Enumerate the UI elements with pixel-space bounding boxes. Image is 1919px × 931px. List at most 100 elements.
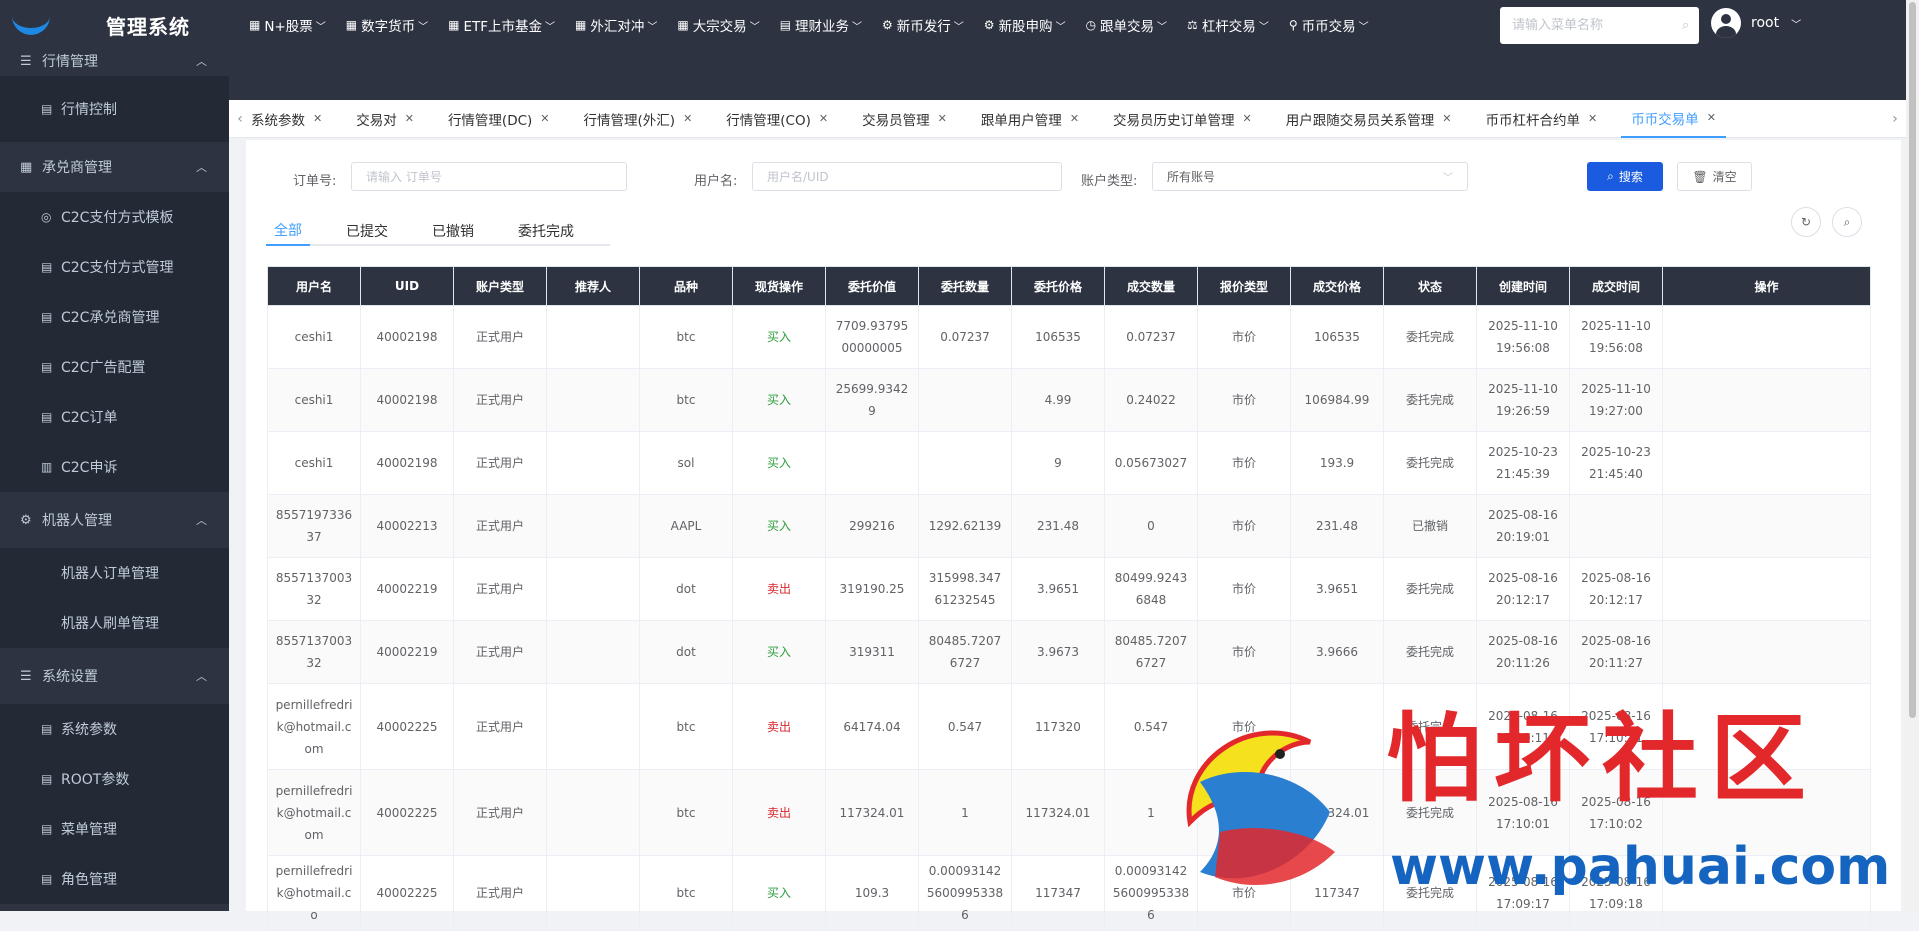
chevron-left-icon[interactable]: ‹ xyxy=(229,111,251,127)
close-icon[interactable]: ✕ xyxy=(1588,112,1597,125)
menu-search[interactable]: ⌕ xyxy=(1500,7,1699,44)
close-icon[interactable]: ✕ xyxy=(938,112,947,125)
user-field[interactable] xyxy=(752,162,1062,191)
sidebar-group-system[interactable]: ☰ 系统设置 ︿ xyxy=(0,648,229,704)
table-cell xyxy=(918,431,1012,495)
close-icon[interactable]: ✕ xyxy=(313,112,322,125)
sidebar-item-label: C2C申诉 xyxy=(61,460,118,476)
topnav-item[interactable]: ⚲ 币币交易 ﹀ xyxy=(1289,15,1369,35)
topnav-item[interactable]: ▦ 大宗交易 ﹀ xyxy=(677,15,759,35)
status-tab[interactable]: 全部 xyxy=(266,216,310,246)
avatar[interactable] xyxy=(1711,8,1741,38)
sidebar-group-label: 行情管理 xyxy=(42,54,98,70)
sidebar-item-root-params[interactable]: ▤ ROOT参数 xyxy=(0,754,229,804)
tab-item[interactable]: 行情管理(外汇) ✕ xyxy=(574,100,703,138)
topnav-item[interactable]: ⚖ 杠杆交易 ﹀ xyxy=(1187,15,1269,35)
table-cell: ceshi1 xyxy=(267,368,361,432)
grid-icon: ▦ xyxy=(575,18,587,32)
search-button[interactable]: ⌕ 搜索 xyxy=(1587,162,1663,191)
table-row[interactable]: pernillefredrik@hotmail.com 40002225 正式用户 b… xyxy=(267,683,1871,770)
sidebar-item-c2c-order[interactable]: ▤ C2C订单 xyxy=(0,392,229,442)
close-icon[interactable]: ✕ xyxy=(1442,112,1451,125)
table-cell: 买入 xyxy=(732,431,826,495)
topnav-item[interactable]: ▦ N+股票 ﹀ xyxy=(249,15,326,35)
tab-item[interactable]: 行情管理(CO) ✕ xyxy=(716,100,838,138)
doc-icon: ▤ xyxy=(41,722,53,736)
sidebar-item-robot-order[interactable]: 机器人订单管理 xyxy=(0,548,229,598)
table-row[interactable]: pernillefredrik@hotmail.com 40002225 正式用户 b… xyxy=(267,769,1871,856)
tab-item[interactable]: 跟单用户管理 ✕ xyxy=(971,100,1089,138)
sidebar-item-c2c-pay-manage[interactable]: ▤ C2C支付方式管理 xyxy=(0,242,229,292)
sidebar-item-market-control[interactable]: ▤ 行情控制 xyxy=(0,76,229,142)
sidebar-item-menu-manage[interactable]: ▤ 菜单管理 xyxy=(0,804,229,854)
topnav-item[interactable]: ⚙ 新币发行 ﹀ xyxy=(882,15,964,35)
tab-item[interactable]: 交易员管理 ✕ xyxy=(852,100,957,138)
order-input[interactable] xyxy=(366,169,612,184)
user-input[interactable] xyxy=(767,169,1047,184)
page-scrollbar[interactable] xyxy=(1906,0,1919,911)
user-name[interactable]: root xyxy=(1751,15,1779,31)
order-field[interactable] xyxy=(351,162,627,191)
chevron-up-icon: ︿ xyxy=(196,55,207,68)
table-row[interactable]: 855713700332 40002219 正式用户 dot 买入 319311 80485… xyxy=(267,620,1871,684)
table-row[interactable]: 855719733637 40002213 正式用户 AAPL 买入 299216 1292… xyxy=(267,494,1871,558)
sidebar-item-robot-brush[interactable]: 机器人刷单管理 xyxy=(0,598,229,648)
topnav-item[interactable]: ⚙ 新股申购 ﹀ xyxy=(984,15,1066,35)
column-header: 创建时间 xyxy=(1476,266,1570,306)
sidebar-group-acceptor[interactable]: ▦ 承兑商管理 ︿ xyxy=(0,142,229,192)
sidebar-group-robot[interactable]: ⚙ 机器人管理 ︿ xyxy=(0,492,229,548)
chevron-down-icon: ﹀ xyxy=(953,21,964,33)
sidebar-item-c2c-ad-config[interactable]: ▤ C2C广告配置 xyxy=(0,342,229,392)
chevron-right-icon[interactable]: › xyxy=(1884,111,1906,127)
sidebar-group-market[interactable]: ☰ 行情管理 ︿ xyxy=(0,46,229,76)
status-tab[interactable]: 已提交 xyxy=(338,216,396,246)
tab-item[interactable]: 行情管理(DC) ✕ xyxy=(438,100,560,138)
close-icon[interactable]: ✕ xyxy=(683,112,692,125)
clear-button[interactable]: 🗑 清空 xyxy=(1677,162,1752,191)
topnav-item[interactable]: ▤ 理财业务 ﹀ xyxy=(780,15,862,35)
sidebar-item-c2c-appeal[interactable]: ▥ C2C申诉 xyxy=(0,442,229,492)
topnav-item[interactable]: ▦ 数字货币 ﹀ xyxy=(346,15,428,35)
table-cell: 0.24022 xyxy=(1104,368,1198,432)
tab-label: 币币交易单 xyxy=(1631,111,1699,128)
sidebar-item-c2c-pay-template[interactable]: ◎ C2C支付方式模板 xyxy=(0,192,229,242)
close-icon[interactable]: ✕ xyxy=(540,112,549,125)
close-icon[interactable]: ✕ xyxy=(405,112,414,125)
topnav-item[interactable]: ◷ 跟单交易 ﹀ xyxy=(1086,15,1167,35)
account-select[interactable]: 所有账号 ﹀ xyxy=(1152,162,1468,191)
tab-item[interactable]: 用户跟随交易员关系管理 ✕ xyxy=(1276,100,1462,138)
table-row[interactable]: ceshi1 40002198 正式用户 sol 买入 9 0.05673027 市价 193.… xyxy=(267,431,1871,495)
topnav-item-label: 跟单交易 xyxy=(1100,19,1155,35)
sidebar-item-c2c-acceptor[interactable]: ▤ C2C承兑商管理 xyxy=(0,292,229,342)
table-cell: 已撤销 xyxy=(1383,494,1477,558)
table-row[interactable]: pernillefredrik@hotmail.co 40002225 正式用户 bt… xyxy=(267,855,1871,931)
user-menu[interactable]: root ﹀ xyxy=(1711,8,1801,38)
scrollbar-thumb[interactable] xyxy=(1909,2,1916,718)
table-row[interactable]: ceshi1 40002198 正式用户 btc 买入 7709.937950000000… xyxy=(267,305,1871,369)
refresh-icon[interactable]: ↻ xyxy=(1791,207,1821,237)
search-icon[interactable]: ⌕ xyxy=(1682,18,1689,33)
table-row[interactable]: ceshi1 40002198 正式用户 btc 买入 25699.93429 4.99 0.… xyxy=(267,368,1871,432)
tab-item[interactable]: 系统参数 ✕ xyxy=(251,100,332,138)
close-icon[interactable]: ✕ xyxy=(819,112,828,125)
search-icon[interactable]: ⌕ xyxy=(1832,207,1862,237)
table-icon: ▤ xyxy=(779,18,792,32)
menu-search-input[interactable] xyxy=(1512,18,1682,33)
tab-item[interactable]: 币币杠杆合约单 ✕ xyxy=(1475,100,1607,138)
status-tab[interactable]: 委托完成 xyxy=(510,216,582,246)
table-cell: 1 xyxy=(918,769,1012,856)
tab-item[interactable]: 币币交易单 ✕ xyxy=(1621,100,1726,138)
column-header: 委托价格 xyxy=(1011,266,1105,306)
tab-item[interactable]: 交易对 ✕ xyxy=(346,100,424,138)
topnav-item[interactable]: ▦ 外汇对冲 ﹀ xyxy=(575,15,657,35)
tab-item[interactable]: 交易员历史订单管理 ✕ xyxy=(1103,100,1262,138)
status-tab[interactable]: 已撤销 xyxy=(424,216,482,246)
table-row[interactable]: 855713700332 40002219 正式用户 dot 卖出 319190.25 31… xyxy=(267,557,1871,621)
close-icon[interactable]: ✕ xyxy=(1243,112,1252,125)
sidebar-item-system-params[interactable]: ▤ 系统参数 xyxy=(0,704,229,754)
chevron-down-icon[interactable]: ﹀ xyxy=(1791,16,1801,31)
topnav-item[interactable]: ▦ ETF上市基金 ﹀ xyxy=(448,15,555,35)
close-icon[interactable]: ✕ xyxy=(1707,111,1716,124)
sidebar-item-role-manage[interactable]: ▤ 角色管理 xyxy=(0,854,229,904)
close-icon[interactable]: ✕ xyxy=(1070,112,1079,125)
